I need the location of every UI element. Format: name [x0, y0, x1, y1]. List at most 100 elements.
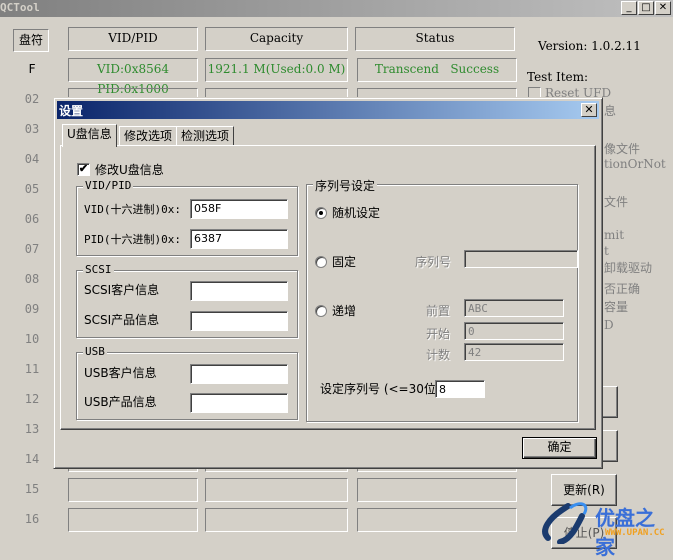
dialog-titlebar: 设置 ✕	[57, 101, 599, 119]
tab-label: U盘信息	[67, 127, 112, 141]
prefix-input[interactable]: ABC	[464, 299, 564, 317]
cell-capacity	[205, 478, 348, 502]
main-titlebar: QCTool _ □ ✕	[0, 0, 673, 17]
usb-product-input[interactable]	[190, 393, 288, 413]
row-label: 11	[24, 362, 40, 376]
row-label: 04	[24, 152, 40, 166]
check-icon: ✔	[78, 162, 89, 175]
tab-panel: ✔ 修改U盘信息 VID/PID VID(十六进制)0x: 058F PID(十…	[60, 145, 596, 430]
row-label: 12	[24, 392, 40, 406]
usb-group: USB USB客户信息 USB产品信息	[76, 345, 298, 420]
cell-status	[357, 508, 517, 532]
cell-capacity	[205, 508, 348, 532]
window-title: QCTool	[0, 1, 40, 14]
fixed-radio[interactable]	[315, 256, 327, 268]
usb-product-label: USB产品信息	[84, 395, 157, 409]
row-label: 03	[24, 122, 40, 136]
watermark-logo-icon	[540, 498, 600, 545]
header-status-label: Status	[415, 31, 455, 45]
radio-selected-dot	[319, 211, 323, 215]
row-label: 13	[24, 422, 40, 436]
header-drive-label: 盘符	[18, 33, 43, 47]
header-vidpid-label: VID/PID	[108, 31, 158, 45]
scsi-group-title: SCSI	[83, 263, 114, 276]
side-item-partial: t	[604, 244, 609, 258]
row-label: 02	[24, 92, 40, 106]
test-item-label: Test Item:	[527, 70, 589, 84]
scsi-group: SCSI SCSI客户信息 SCSI产品信息	[76, 263, 298, 338]
random-radio[interactable]	[315, 207, 327, 219]
scsi-product-label: SCSI产品信息	[84, 313, 160, 327]
start-label: 开始	[426, 327, 451, 341]
ok-button[interactable]: 确定	[522, 437, 597, 459]
serial-group-title: 序列号设定	[313, 177, 378, 194]
random-label: 随机设定	[332, 206, 381, 220]
row-label: 16	[24, 512, 40, 526]
increment-radio[interactable]	[315, 305, 327, 317]
serial-length-label: 设定序列号 (<=30位)	[320, 382, 441, 396]
modify-udisk-checkbox[interactable]: ✔	[77, 163, 90, 176]
close-button[interactable]: ✕	[655, 1, 671, 15]
side-item-partial: D	[604, 318, 614, 332]
scsi-product-input[interactable]	[190, 311, 288, 331]
vidpid-group: VID/PID VID(十六进制)0x: 058F PID(十六进制)0x: 6…	[76, 179, 298, 256]
vid-input[interactable]: 058F	[190, 199, 288, 219]
vidpid-group-title: VID/PID	[83, 179, 134, 192]
tab-detect-options[interactable]: 检测选项	[176, 126, 235, 146]
scsi-vendor-label: SCSI客户信息	[84, 283, 160, 297]
serial-group: 序列号设定 随机设定 固定 序列号 递增 前置 ABC 开始 0 计数 42 设…	[306, 177, 578, 422]
side-item-partial: 息	[604, 104, 617, 118]
side-item-partial: mit	[604, 228, 625, 242]
header-status: Status	[355, 27, 515, 51]
row-label: 10	[24, 332, 40, 346]
row-label: 09	[24, 302, 40, 316]
settings-dialog: 设置 ✕ U盘信息 修改选项 检测选项 ✔ 修改U盘信息 VID/PID VID…	[53, 97, 603, 469]
row-label: 07	[24, 242, 40, 256]
side-item-partial: 卸载驱动	[604, 261, 653, 275]
header-vidpid: VID/PID	[68, 27, 198, 51]
pid-input[interactable]: 6387	[190, 229, 288, 249]
close-icon: ✕	[658, 2, 668, 13]
dialog-close-button[interactable]: ✕	[581, 103, 597, 117]
row-label: 06	[24, 212, 40, 226]
side-item-partial: 文件	[604, 195, 629, 209]
header-capacity: Capacity	[205, 27, 348, 51]
row-label: F	[28, 62, 36, 76]
fixed-serial-input[interactable]	[464, 250, 578, 268]
usb-group-title: USB	[83, 345, 107, 358]
row-label: 05	[24, 182, 40, 196]
maximize-icon: □	[641, 2, 651, 13]
count-label: 计数	[426, 348, 451, 362]
serial-length-input[interactable]: 8	[435, 380, 485, 398]
minimize-button[interactable]: _	[621, 1, 637, 15]
side-item-partial: 否正确	[604, 282, 641, 296]
usb-vendor-label: USB客户信息	[84, 366, 157, 380]
side-item-partial: tionOrNot	[604, 157, 666, 171]
side-item-partial: 像文件	[604, 142, 641, 156]
header-capacity-label: Capacity	[249, 31, 304, 45]
fixed-serial-label: 序列号	[415, 255, 452, 269]
cell-status: Transcend Success	[357, 58, 517, 82]
fixed-label: 固定	[332, 255, 357, 269]
row-label: 14	[24, 452, 40, 466]
tab-udisk-info[interactable]: U盘信息	[62, 124, 117, 147]
modify-udisk-label: 修改U盘信息	[95, 163, 164, 177]
count-input[interactable]: 42	[464, 343, 564, 361]
usb-vendor-input[interactable]	[190, 364, 288, 384]
tab-label: 检测选项	[181, 129, 230, 143]
scsi-vendor-input[interactable]	[190, 281, 288, 301]
watermark-url: WWW.UPAN.CC	[605, 528, 665, 538]
minimize-icon: _	[626, 2, 632, 13]
pid-label: PID(十六进制)0x:	[84, 233, 181, 246]
row-label: 15	[24, 482, 40, 496]
dialog-title: 设置	[59, 104, 84, 118]
vid-label: VID(十六进制)0x:	[84, 203, 181, 216]
close-icon: ✕	[584, 103, 594, 116]
cell-vidpid	[68, 508, 198, 532]
prefix-label: 前置	[426, 304, 451, 318]
row-label: 08	[24, 272, 40, 286]
start-input[interactable]: 0	[464, 322, 564, 340]
maximize-button[interactable]: □	[638, 1, 654, 15]
tab-modify-options[interactable]: 修改选项	[119, 126, 178, 146]
cell-status	[357, 478, 517, 502]
